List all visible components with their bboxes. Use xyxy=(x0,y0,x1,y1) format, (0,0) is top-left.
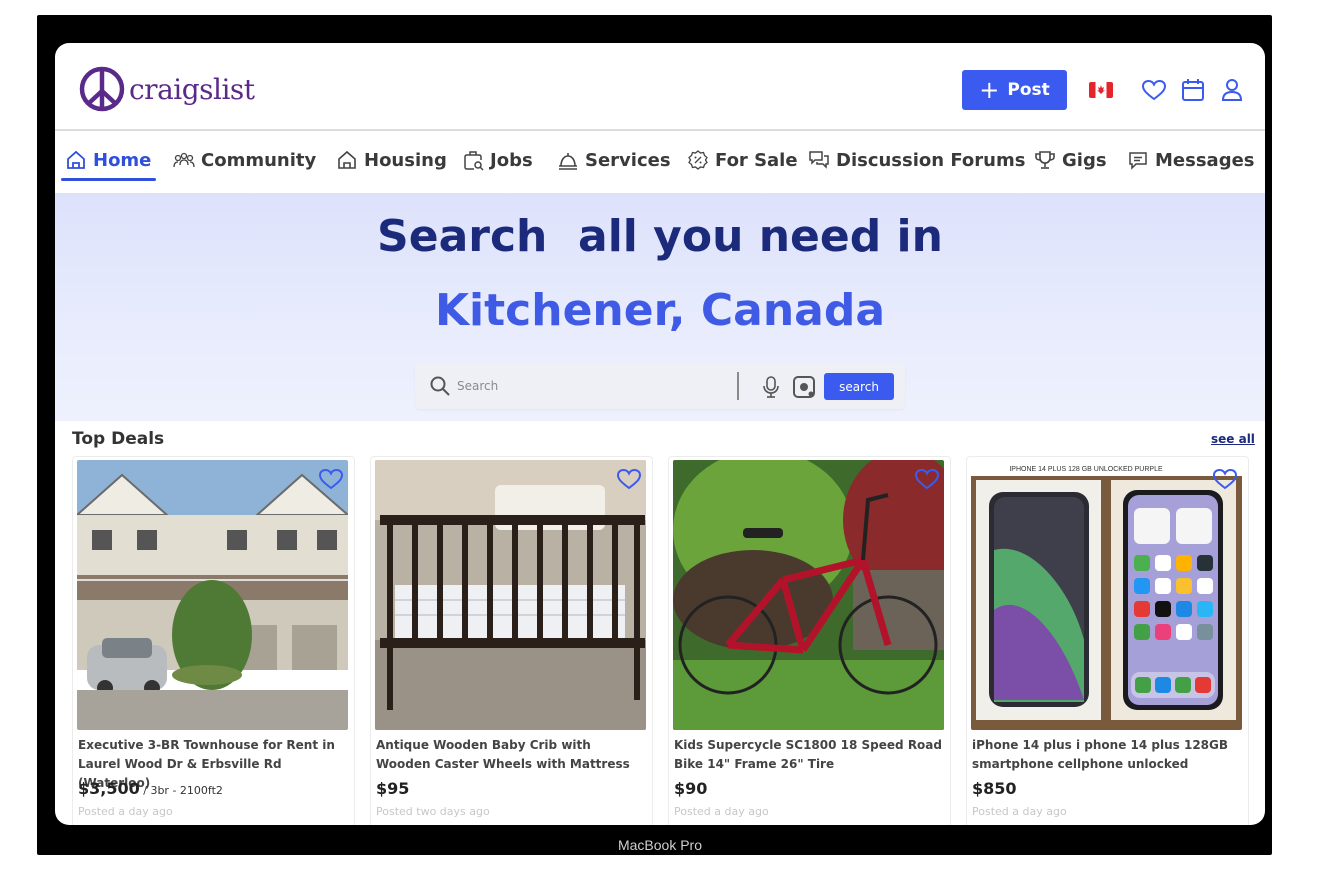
nav-label: Jobs xyxy=(490,149,533,171)
search-bar: search xyxy=(415,363,905,409)
nav-label: Discussion Forums xyxy=(836,149,1026,171)
listing-title: Kids Supercycle SC1800 18 Speed Road Bik… xyxy=(674,738,942,771)
listing-price: $95 xyxy=(376,779,409,798)
site-header: craigslist + Post xyxy=(55,43,1265,131)
nav-item-discussion-forums[interactable]: Discussion Forums xyxy=(808,149,1025,171)
nav-label: For Sale xyxy=(715,149,798,171)
community-icon xyxy=(173,152,195,168)
listing-image-crib xyxy=(375,460,646,730)
heart-icon[interactable] xyxy=(1141,78,1167,102)
nav-label: Community xyxy=(201,149,317,171)
listing-title: Antique Wooden Baby Crib with Wooden Cas… xyxy=(376,738,630,771)
hero-location: Kitchener, Canada xyxy=(434,285,886,336)
deal-card-crib[interactable]: Antique Wooden Baby Crib with Wooden Cas… xyxy=(370,456,653,825)
listing-posted-date: Posted a day ago xyxy=(674,805,769,818)
nav-item-services[interactable]: Services xyxy=(557,149,671,171)
price-value: $90 xyxy=(674,779,708,798)
microphone-icon[interactable] xyxy=(761,375,781,399)
forums-icon xyxy=(809,151,829,169)
favorite-heart-icon[interactable] xyxy=(1212,467,1238,491)
listing-title: iPhone 14 plus i phone 14 plus 128GB sma… xyxy=(972,738,1229,771)
listing-image-bike xyxy=(673,460,944,730)
hero-title: Search all you need in xyxy=(377,211,943,262)
image-search-icon[interactable] xyxy=(792,375,816,399)
price-note: / 3br - 2100ft2 xyxy=(139,784,223,797)
browser-screen: craigslist + Post Home Community Housing… xyxy=(55,43,1265,825)
favorite-heart-icon[interactable] xyxy=(914,467,940,491)
user-icon[interactable] xyxy=(1219,78,1245,102)
post-button[interactable]: + Post xyxy=(962,70,1067,110)
category-nav: Home Community Housing Jobs Services For… xyxy=(55,143,1265,183)
search-button[interactable]: search xyxy=(824,373,894,400)
nav-item-home[interactable]: Home xyxy=(65,149,151,171)
listing-image-iphone: IPHONE 14 PLUS 128 GB UNLOCKED PURPLE xyxy=(971,460,1242,730)
hero-banner: Search all you need in Kitchener, Canada… xyxy=(55,193,1265,421)
calendar-icon[interactable] xyxy=(1180,78,1206,102)
price-value: $850 xyxy=(972,779,1017,798)
search-divider xyxy=(737,372,739,400)
favorite-heart-icon[interactable] xyxy=(616,467,642,491)
favorite-heart-icon[interactable] xyxy=(318,467,344,491)
nav-item-community[interactable]: Community xyxy=(173,149,316,171)
peace-logo-icon xyxy=(79,66,125,112)
device-label: MacBook Pro xyxy=(617,837,703,853)
iphone-box-caption: IPHONE 14 PLUS 128 GB UNLOCKED PURPLE xyxy=(1009,466,1163,473)
listing-price: $3,500 / 3br - 2100ft2 xyxy=(78,779,223,798)
housing-icon xyxy=(338,150,356,169)
nav-item-for-sale[interactable]: For Sale xyxy=(687,149,798,171)
for-sale-icon xyxy=(688,150,708,170)
deal-card-iphone[interactable]: IPHONE 14 PLUS 128 GB UNLOCKED PURPLE iP… xyxy=(966,456,1249,825)
jobs-icon xyxy=(464,151,484,171)
price-value: $3,500 xyxy=(78,779,140,798)
search-icon xyxy=(430,376,450,396)
gigs-icon xyxy=(1035,151,1055,169)
price-value: $95 xyxy=(376,779,410,798)
listing-posted-date: Posted a day ago xyxy=(78,805,173,818)
plus-icon: + xyxy=(979,76,1000,104)
top-deals-heading: Top Deals xyxy=(72,429,165,449)
home-icon xyxy=(67,150,85,169)
services-icon xyxy=(559,153,577,170)
see-all-link[interactable]: see all xyxy=(1211,432,1255,446)
canada-flag-icon[interactable] xyxy=(1088,78,1114,102)
search-input[interactable] xyxy=(457,373,727,399)
nav-label: Gigs xyxy=(1062,149,1107,171)
logo-text: craigslist xyxy=(129,72,255,106)
deal-card-townhouse[interactable]: Executive 3-BR Townhouse for Rent in Lau… xyxy=(72,456,355,825)
logo[interactable]: craigslist xyxy=(78,65,255,113)
nav-item-jobs[interactable]: Jobs xyxy=(462,149,533,171)
listing-posted-date: Posted a day ago xyxy=(972,805,1067,818)
listing-image-townhouse xyxy=(77,460,348,730)
nav-item-messages[interactable]: Messages xyxy=(1127,149,1255,171)
nav-label: Housing xyxy=(364,149,447,171)
nav-item-housing[interactable]: Housing xyxy=(336,149,447,171)
post-button-label: Post xyxy=(1007,80,1050,100)
nav-label: Messages xyxy=(1155,149,1255,171)
deal-card-bike[interactable]: Kids Supercycle SC1800 18 Speed Road Bik… xyxy=(668,456,951,825)
listing-price: $90 xyxy=(674,779,707,798)
active-tab-underline xyxy=(61,178,156,181)
listing-price: $850 xyxy=(972,779,1017,798)
nav-item-gigs[interactable]: Gigs xyxy=(1034,149,1107,171)
messages-icon xyxy=(1129,152,1147,170)
listing-posted-date: Posted two days ago xyxy=(376,805,490,818)
nav-label: Home xyxy=(93,149,152,171)
nav-label: Services xyxy=(585,149,671,171)
